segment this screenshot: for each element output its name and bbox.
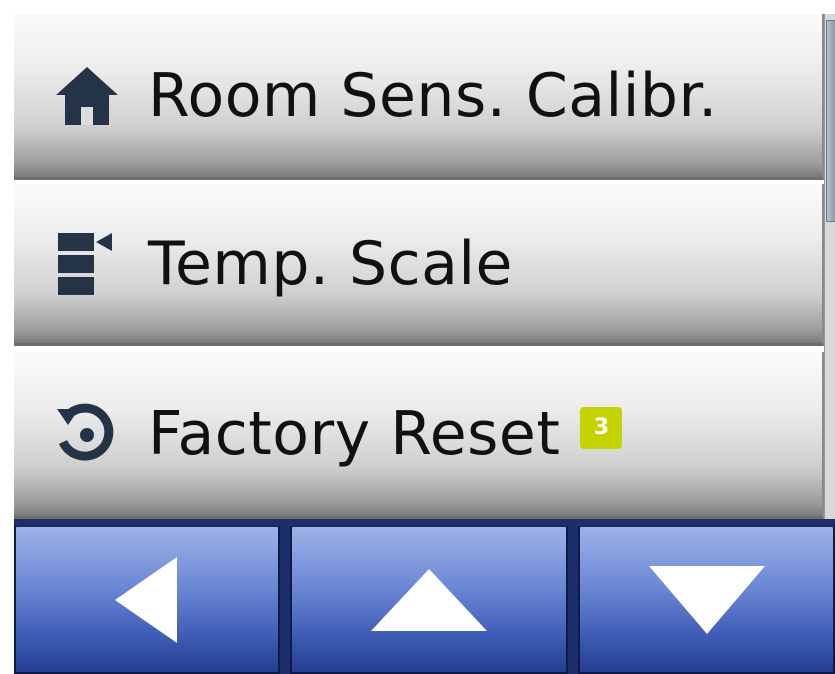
step-badge: 3: [580, 407, 623, 449]
home-icon: [52, 61, 122, 131]
settings-panel: Room Sens. Calibr. Temp. Scale Factory R…: [14, 14, 835, 674]
arrow-down-icon: [645, 562, 769, 638]
menu-item-label: Temp. Scale: [148, 228, 513, 299]
menu-item-factory-reset[interactable]: Factory Reset 3: [14, 352, 824, 519]
arrow-up-icon: [367, 565, 491, 635]
back-button[interactable]: [14, 525, 280, 674]
menu-item-label: Factory Reset: [148, 399, 561, 469]
menu-item-room-sensor-calibration[interactable]: Room Sens. Calibr.: [14, 14, 824, 180]
navigation-bar: [14, 519, 835, 674]
scroll-thumb[interactable]: [826, 20, 835, 222]
arrow-left-icon: [111, 555, 183, 645]
menu-item-temperature-scale[interactable]: Temp. Scale: [14, 184, 824, 346]
scroll-down-button[interactable]: [578, 525, 835, 674]
scrollbar[interactable]: [824, 14, 835, 519]
scroll-up-button[interactable]: [290, 525, 568, 674]
menu-item-label: Room Sens. Calibr.: [148, 60, 718, 131]
settings-menu: Room Sens. Calibr. Temp. Scale Factory R…: [14, 14, 824, 519]
temp-scale-icon: [52, 229, 122, 299]
reset-icon: [52, 399, 122, 469]
